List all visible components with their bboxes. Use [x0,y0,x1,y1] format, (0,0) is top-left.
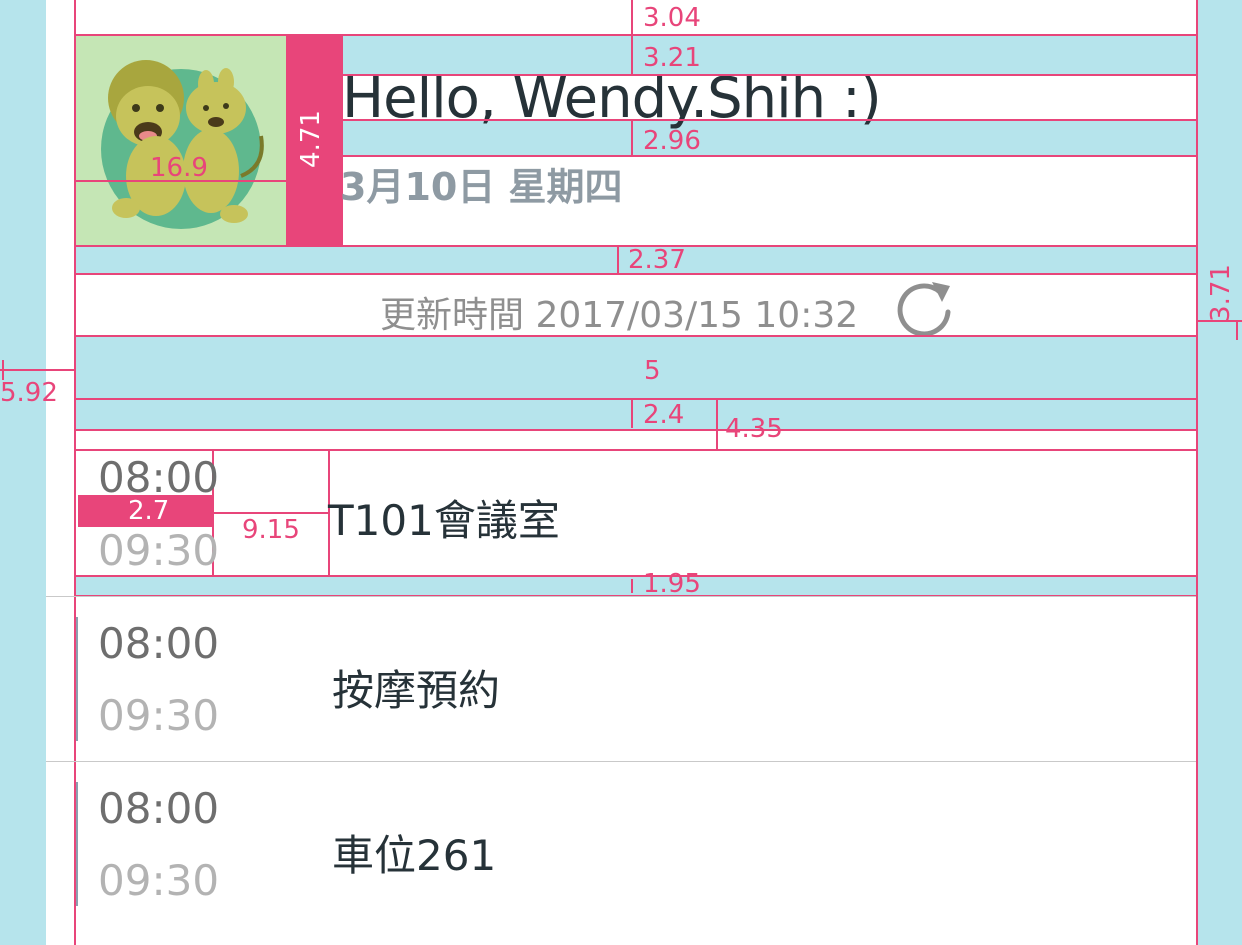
event-row[interactable]: 08:00 09:30 按摩預約 [76,597,1196,761]
guide-line [343,74,1196,76]
guide-line [0,369,76,371]
measure-left-margin: 5.92 [0,378,58,408]
measure-time-gap: 2.7 [128,496,170,526]
measure-greeting-date-gap: 2.96 [643,126,701,156]
measure-list-top-b: 4.35 [725,414,783,444]
guide-line [74,335,1198,337]
right-margin [1198,0,1242,945]
guide-line [2,360,4,380]
guide-line [631,400,633,428]
guide-line [74,398,1198,400]
event-row[interactable]: 08:00 09:30 車位261 [76,762,1196,926]
event-end-time: 09:30 [98,691,220,740]
guide-line [631,0,633,74]
event-title: T101會議室 [328,496,560,545]
event-start-time: 08:00 [98,784,220,833]
measure-top: 3.04 [643,3,701,33]
measure-time-title-gap: 9.15 [242,515,300,545]
guide-line [631,579,633,593]
guide-line [74,575,1198,577]
date-text: 3月10日 星期四 [340,165,623,209]
measure-avatar-gap: 4.71 [295,110,326,168]
guide-line [716,400,718,450]
refresh-icon[interactable] [892,276,956,340]
measure-avatar-size: 16.9 [150,153,208,183]
guide-line [631,121,633,155]
event-end-time: 09:30 [98,856,220,905]
measure-section-gap: 5 [644,356,661,386]
lion-avatar-icon [76,36,286,245]
guide-line [617,247,619,273]
guide-line [1196,0,1198,945]
guide-line [74,429,1198,431]
guide-line [74,34,1198,36]
event-row[interactable]: 08:00 2.7 09:30 9.15 T101會議室 [76,451,1196,575]
event-title: 按摩預約 [332,666,501,715]
event-title: 車位261 [332,831,497,880]
event-start-time: 08:00 [98,619,220,668]
event-accent-bar [76,782,78,906]
measure-greeting-top: 3.21 [643,43,701,73]
band-section-gap [76,336,1196,430]
guide-line [343,119,1196,121]
measure-list-top-a: 2.4 [643,400,685,430]
guide-line [343,155,1196,157]
left-margin [0,0,46,945]
guide-line [1236,320,1238,340]
measure-right-margin: 3.71 [1205,264,1236,322]
update-time-text: 更新時間 2017/03/15 10:32 [380,295,859,336]
event-end-time: 09:30 [98,526,220,575]
event-accent-bar [76,617,78,741]
band-row-bottom [76,577,1196,595]
measure-header-bottom: 2.37 [628,245,686,275]
avatar [76,36,286,245]
